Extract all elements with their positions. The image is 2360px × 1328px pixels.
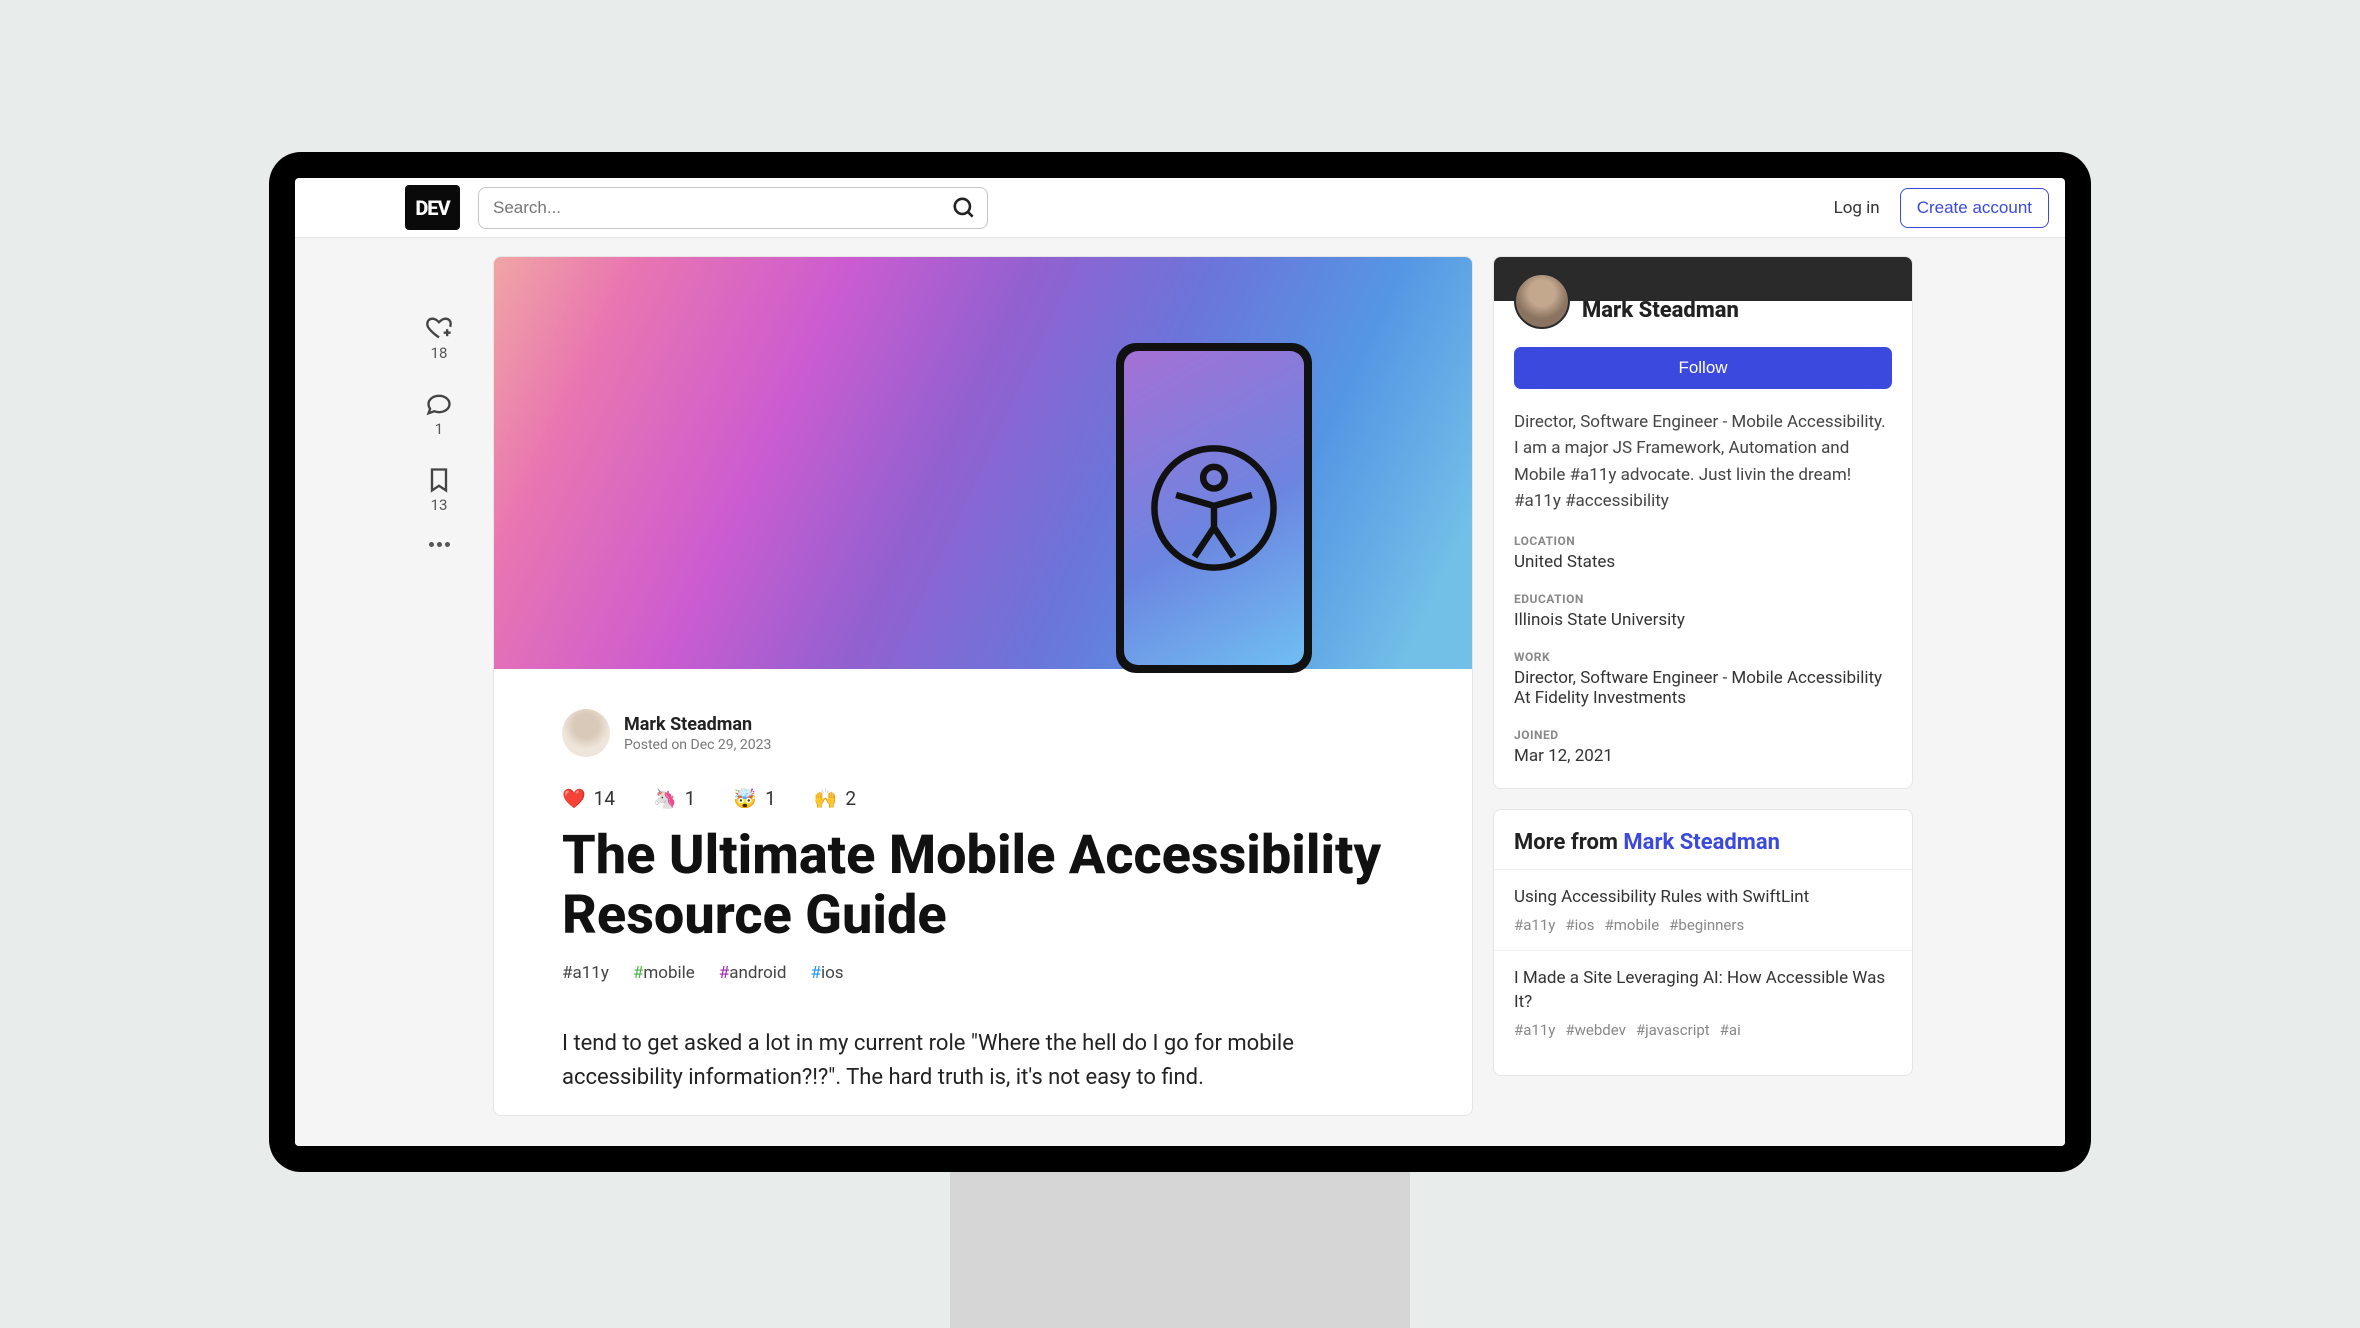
profile-bio: Director, Software Engineer - Mobile Acc…: [1494, 409, 1912, 534]
byline: Mark Steadman Posted on Dec 29, 2023: [562, 709, 1404, 757]
article-title: The Ultimate Mobile Accessibility Resour…: [562, 826, 1404, 947]
reaction-count: 14: [594, 787, 615, 810]
joined-label: JOINED: [1514, 728, 1892, 742]
cover-phone: [1116, 343, 1312, 673]
location-value: United States: [1514, 552, 1892, 572]
more-item-tag: #ai: [1720, 1021, 1741, 1039]
profile-avatar[interactable]: [1514, 273, 1570, 329]
profile-name[interactable]: Mark Steadman: [1582, 298, 1739, 329]
article-body: Mark Steadman Posted on Dec 29, 2023 ❤️ 1…: [494, 669, 1472, 1115]
more-item-title: Using Accessibility Rules with SwiftLint: [1514, 886, 1892, 910]
more-item-tag: #ios: [1565, 916, 1594, 934]
rail-comments[interactable]: 1: [425, 390, 453, 438]
search-input[interactable]: [493, 198, 951, 218]
reaction-emoji: 🤯: [733, 787, 757, 810]
rail-reactions[interactable]: 18: [425, 314, 453, 362]
more-from-author-link[interactable]: Mark Steadman: [1623, 830, 1780, 855]
reaction-count: 1: [765, 787, 776, 810]
more-item-tag: #a11y: [1514, 916, 1555, 934]
more-item-tag: #mobile: [1605, 916, 1660, 934]
accessibility-icon: [1149, 443, 1279, 573]
comment-icon: [425, 390, 453, 418]
heart-plus-icon: [425, 314, 453, 342]
tag-row: #a11y #mobile #android #ios: [562, 963, 1404, 983]
more-item-tag: #webdev: [1565, 1021, 1625, 1039]
work-label: WORK: [1514, 650, 1892, 664]
profile-card: Mark Steadman Follow Director, Software …: [1493, 256, 1913, 789]
education-label: EDUCATION: [1514, 592, 1892, 606]
posted-date: Posted on Dec 29, 2023: [624, 737, 771, 753]
article-tag[interactable]: #android: [719, 963, 787, 983]
reaction-count: 1: [685, 787, 696, 810]
create-account-button[interactable]: Create account: [1900, 188, 2049, 228]
more-icon: [429, 542, 450, 547]
monitor-stand: [950, 1168, 1410, 1328]
cover-phone-screen: [1124, 351, 1304, 665]
more-item-tags: #a11y #ios #mobile #beginners: [1514, 916, 1892, 934]
article-card: Mark Steadman Posted on Dec 29, 2023 ❤️ 1…: [493, 256, 1473, 1116]
screen: DEV Log in Create account: [295, 178, 2065, 1146]
article-tag[interactable]: #mobile: [633, 963, 695, 983]
rail-bookmark-count: 13: [431, 496, 448, 514]
reaction-item[interactable]: 🦄1: [653, 787, 695, 810]
profile-head: Mark Steadman: [1494, 273, 1912, 329]
work-value: Director, Software Engineer - Mobile Acc…: [1514, 668, 1892, 708]
more-item-tag: #beginners: [1669, 916, 1744, 934]
content-area: 18 1 13: [295, 238, 2065, 1146]
more-item-tags: #a11y #webdev #javascript #ai: [1514, 1021, 1892, 1039]
article-tag[interactable]: #a11y: [562, 963, 609, 983]
rail-reactions-count: 18: [431, 344, 448, 362]
cover-image: [494, 257, 1472, 669]
byline-text: Mark Steadman Posted on Dec 29, 2023: [624, 714, 771, 753]
profile-meta: LOCATION United States EDUCATION Illinoi…: [1494, 534, 1912, 788]
reactions-row: ❤️14🦄1🤯1🙌2: [562, 787, 1404, 810]
monitor-frame: DEV Log in Create account: [269, 152, 2091, 1172]
header-right: Log in Create account: [1834, 188, 2049, 228]
more-item-title: I Made a Site Leveraging AI: How Accessi…: [1514, 967, 1892, 1015]
reaction-item[interactable]: 🤯1: [733, 787, 775, 810]
more-from-title: More from Mark Steadman: [1494, 830, 1912, 869]
article-column: Mark Steadman Posted on Dec 29, 2023 ❤️ 1…: [493, 256, 1473, 1146]
more-from-card: More from Mark Steadman Using Accessibil…: [1493, 809, 1913, 1075]
education-value: Illinois State University: [1514, 610, 1892, 630]
reaction-item[interactable]: 🙌2: [814, 787, 856, 810]
author-avatar[interactable]: [562, 709, 610, 757]
dev-logo[interactable]: DEV: [405, 185, 460, 230]
more-item-tag: #a11y: [1514, 1021, 1555, 1039]
follow-button[interactable]: Follow: [1514, 347, 1892, 389]
reaction-count: 2: [845, 787, 856, 810]
search-container: [478, 187, 988, 229]
more-from-prefix: More from: [1514, 830, 1623, 855]
site-header: DEV Log in Create account: [295, 178, 2065, 238]
rail-comments-count: 1: [435, 420, 443, 438]
reaction-emoji: ❤️: [562, 787, 586, 810]
more-from-item[interactable]: I Made a Site Leveraging AI: How Accessi…: [1494, 950, 1912, 1055]
reaction-emoji: 🦄: [653, 787, 677, 810]
rail-bookmark[interactable]: 13: [425, 466, 453, 514]
reaction-item[interactable]: ❤️ 14: [562, 787, 615, 810]
author-name[interactable]: Mark Steadman: [624, 714, 771, 735]
reaction-rail: 18 1 13: [405, 256, 473, 1146]
bookmark-icon: [425, 466, 453, 494]
sidebar: Mark Steadman Follow Director, Software …: [1493, 256, 1913, 1146]
rail-more[interactable]: [429, 542, 450, 547]
joined-value: Mar 12, 2021: [1514, 746, 1892, 766]
article-tag[interactable]: #ios: [810, 963, 843, 983]
location-label: LOCATION: [1514, 534, 1892, 548]
more-from-item[interactable]: Using Accessibility Rules with SwiftLint…: [1494, 869, 1912, 950]
more-item-tag: #javascript: [1636, 1021, 1710, 1039]
login-link[interactable]: Log in: [1834, 198, 1880, 218]
reaction-emoji: 🙌: [814, 787, 838, 810]
article-paragraph: I tend to get asked a lot in my current …: [562, 1027, 1404, 1095]
search-icon[interactable]: [951, 195, 977, 221]
